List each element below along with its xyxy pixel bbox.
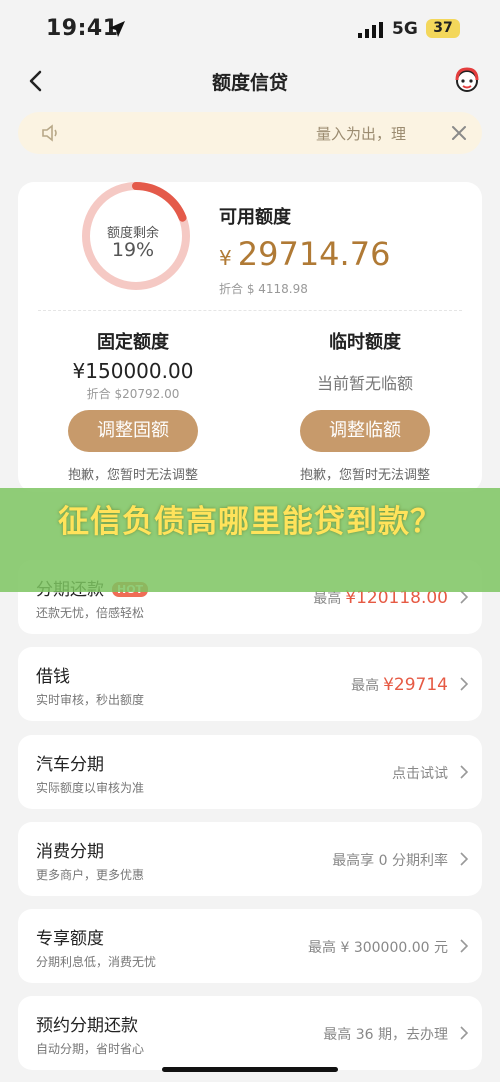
fixed-note: 抱歉，您暂时无法调整 [67,468,198,483]
product-title: 预约分期还款 [36,1016,138,1036]
product-title: 汽车分期 [36,755,104,775]
chevron-right-icon [460,852,468,866]
notice-text: 量入为出，理 [316,125,407,143]
network-type: 5G [392,19,418,39]
fixed-amount: ¥150000.00 [72,359,194,383]
chevron-right-icon [460,590,468,604]
product-row[interactable]: 汽车分期 实际额度以审核为准 点击试试 [18,735,482,809]
speaker-icon [42,124,57,142]
location-arrow-icon [109,21,125,37]
product-title: 专享额度 [36,929,104,949]
ring-percent: 19% [111,239,155,261]
status-bar: 19:41 5G 37 [0,0,500,56]
product-row[interactable]: 专享额度 分期利息低，消费无忧 最高 ¥ 300000.00 元 [18,909,482,983]
battery-indicator: 37 [426,19,460,38]
product-title: 借钱 [36,667,70,687]
adjust-fixed-button[interactable]: 调整固额 [68,410,198,452]
product-subtitle: 实时审核，秒出额度 [36,693,145,707]
chevron-right-icon [460,939,468,953]
product-row[interactable]: 消费分期 更多商户，更多优惠 最高享 0 分期利率 [18,822,482,896]
adjust-temp-button[interactable]: 调整临额 [300,410,430,452]
available-converted: 折合 $ 4118.98 [219,282,308,296]
overlay-title: 征信负债高哪里能贷到款？ [58,504,442,540]
home-indicator[interactable] [162,1067,338,1072]
product-row[interactable]: 预约分期还款 自动分期，省时省心 最高 36 期，去办理 [18,996,482,1070]
product-subtitle: 还款无忧，倍感轻松 [36,606,145,620]
product-row[interactable]: 借钱 实时审核，秒出额度 最高 ¥29714 [18,647,482,721]
available-amount: ¥29714.76 [219,235,391,273]
notice-bar: 量入为出，理 [18,112,482,154]
fixed-converted: 折合 $20792.00 [86,387,180,401]
close-icon[interactable] [450,124,468,142]
product-subtitle: 更多商户，更多优惠 [36,868,145,882]
credit-card: 额度剩余 19% 可用额度 ¥29714.76 折合 $ 4118.98 固定额… [18,182,482,492]
page-title: 额度信贷 [211,72,288,94]
available-label: 可用额度 [219,207,291,228]
signal-icon [358,22,383,38]
product-title: 消费分期 [36,842,104,862]
product-value: 最高 ¥29714 [351,675,448,695]
fixed-title: 固定额度 [97,332,169,353]
product-subtitle: 自动分期，省时省心 [36,1042,145,1056]
temp-note: 抱歉，您暂时无法调整 [299,468,430,483]
product-subtitle: 实际额度以审核为准 [36,781,145,795]
chevron-right-icon [460,677,468,691]
nav-header: 额度信贷 [0,56,500,104]
temp-status: 当前暂无临额 [316,374,413,393]
product-value: 最高 ¥ 300000.00 元 [308,940,448,956]
chevron-right-icon [460,765,468,779]
temp-title: 临时额度 [329,332,401,353]
title-overlay-banner: 征信负债高哪里能贷到款？ [0,488,500,592]
divider [38,310,462,312]
chevron-right-icon [460,1026,468,1040]
product-value: 点击试试 [392,766,448,782]
product-value: 最高 36 期，去办理 [323,1027,448,1043]
product-value: 最高享 0 分期利率 [332,853,448,869]
product-subtitle: 分期利息低，消费无忧 [36,955,157,969]
customer-service-icon[interactable] [452,66,482,94]
